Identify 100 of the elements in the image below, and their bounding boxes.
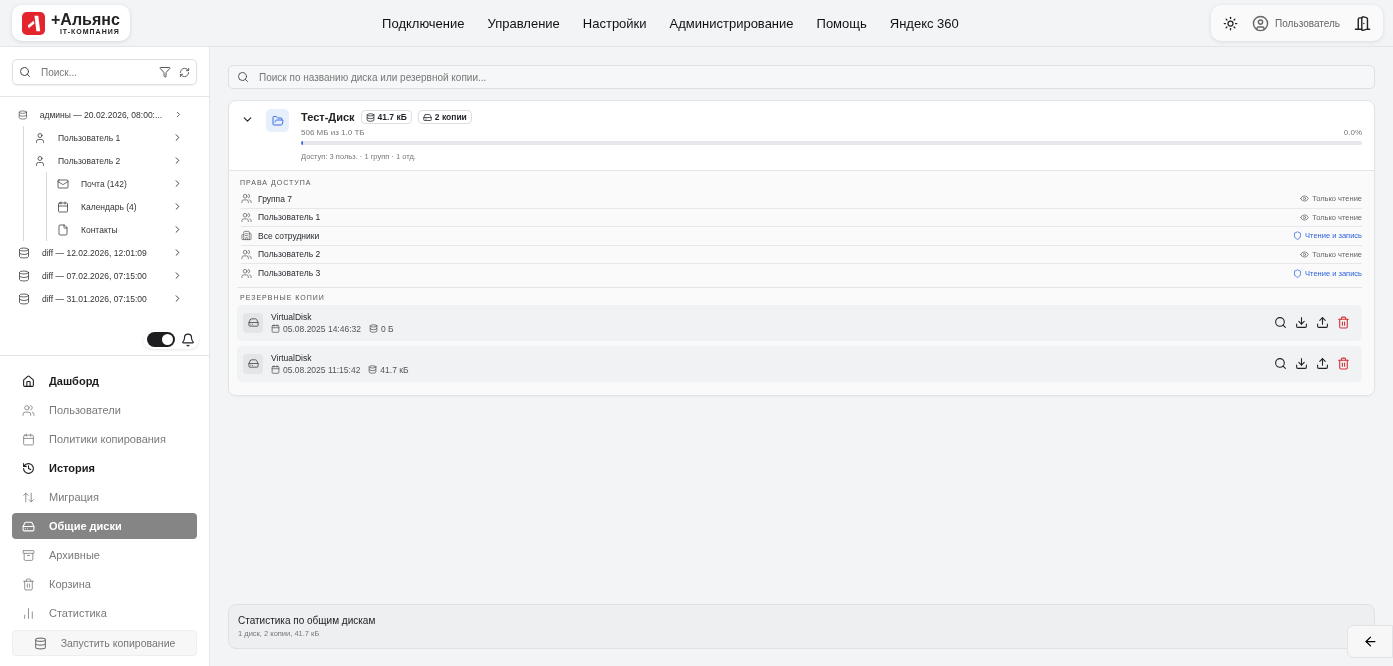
sun-icon <box>1223 15 1239 31</box>
search-bar[interactable]: Поиск по названию диска или резервной копии... <box>228 65 1375 89</box>
delete-button[interactable] <box>1337 316 1350 329</box>
tree-item[interactable]: Почта (142) <box>47 172 209 195</box>
database-icon <box>368 365 378 374</box>
download-icon <box>1295 316 1308 329</box>
mail-icon <box>57 177 69 190</box>
database-icon <box>18 108 28 121</box>
tree-item[interactable]: diff — 12.02.2026, 12:01:09 <box>0 241 209 264</box>
shield-icon <box>1293 268 1303 278</box>
backup-size: 0 Б <box>369 323 394 334</box>
search-button[interactable] <box>1274 316 1287 329</box>
nav-link[interactable]: Управление <box>487 15 560 31</box>
nav-link[interactable]: Настройки <box>582 15 647 31</box>
chevron-right-icon <box>172 247 183 258</box>
building-icon <box>241 230 252 242</box>
tree-item[interactable]: Пользователь 2 <box>24 149 209 172</box>
tree-item[interactable]: Контакты <box>47 218 209 241</box>
tree-item[interactable]: Пользователь 1 <box>24 126 209 149</box>
backup-row[interactable]: VirtualDisk 05.08.2025 14:46:32 0 Б <box>237 304 1362 341</box>
search-icon <box>1274 357 1287 370</box>
tree-item[interactable]: Календарь (4) <box>47 195 209 218</box>
access-name: Группа 7 <box>258 193 294 204</box>
user-icon <box>34 154 46 167</box>
backup-date: 05.08.2025 14:46:32 <box>271 323 361 334</box>
download-button[interactable] <box>1295 357 1308 370</box>
logout-button[interactable] <box>1354 14 1371 32</box>
download-icon <box>1295 357 1308 370</box>
nav-link[interactable]: Подключение <box>382 15 465 31</box>
access-name: Пользователь 2 <box>258 249 322 260</box>
disk-name: Тест-Диск <box>301 111 355 123</box>
backup-name: VirtualDisk <box>271 352 313 363</box>
access-name: Все сотрудники <box>258 230 321 241</box>
toggle-switch[interactable] <box>147 332 175 347</box>
users-icon <box>241 193 252 205</box>
delete-button[interactable] <box>1337 357 1350 370</box>
size-badge: 41.7 кБ <box>360 110 412 124</box>
user-menu-button[interactable]: Пользователь <box>1252 14 1340 32</box>
drive-icon <box>247 358 259 369</box>
search-field[interactable]: Поиск... <box>39 65 151 79</box>
database-icon <box>365 112 375 122</box>
arrows-icon <box>22 490 35 504</box>
users-icon <box>241 211 252 223</box>
usage-text: 506 МБ из 1.0 ТБ <box>301 128 365 137</box>
search-icon <box>19 66 31 78</box>
tree-item[interactable]: админы — 20.02.2026, 08:00:... <box>0 103 209 126</box>
upload-button[interactable] <box>1316 357 1329 370</box>
nav-link[interactable]: Администрирование <box>669 15 794 31</box>
sidebar-item[interactable]: Пользователи <box>12 397 197 423</box>
database-icon <box>18 246 30 259</box>
filter-icon[interactable] <box>159 66 171 78</box>
upload-button[interactable] <box>1316 316 1329 329</box>
file-icon <box>57 223 69 236</box>
calendar-icon <box>22 432 35 446</box>
backup-row[interactable]: VirtualDisk 05.08.2025 11:15:42 41.7 кБ <box>237 345 1362 382</box>
eye-icon <box>1300 194 1310 204</box>
sidebar-item[interactable]: Политики копирования <box>12 426 197 452</box>
sidebar-item[interactable]: Общие диски <box>12 513 197 539</box>
chevron-right-icon <box>174 109 183 120</box>
search-bar[interactable]: Поиск... <box>12 59 197 85</box>
search-field[interactable]: Поиск по названию диска или резервной копии... <box>257 70 1366 84</box>
user-icon <box>34 131 46 144</box>
search-button[interactable] <box>1274 357 1287 370</box>
database-icon <box>33 636 47 650</box>
download-button[interactable] <box>1295 316 1308 329</box>
logo-icon <box>22 11 45 35</box>
backup-date: 05.08.2025 11:15:42 <box>271 364 361 375</box>
trash-icon <box>22 577 35 591</box>
database-icon <box>369 324 378 333</box>
refresh-icon[interactable] <box>179 66 190 78</box>
theme-toggle-button[interactable] <box>1223 15 1239 31</box>
upload-icon <box>1316 316 1329 329</box>
archive-icon <box>22 548 35 562</box>
database-icon <box>18 269 30 282</box>
run-backup-button[interactable]: Запустить копирование <box>12 630 197 656</box>
users-icon <box>241 267 252 279</box>
calendar-icon <box>271 365 280 374</box>
sidebar-item[interactable]: Архивные <box>12 542 197 568</box>
tree-item[interactable]: diff — 31.01.2026, 07:15:00 <box>0 287 209 310</box>
backup-name: VirtualDisk <box>271 311 313 322</box>
sidebar-item[interactable]: Корзина <box>12 571 197 597</box>
eye-icon <box>1300 249 1310 259</box>
sidebar-item[interactable]: История <box>12 455 197 481</box>
calendar-icon <box>271 324 280 333</box>
nav-link[interactable]: Яндекс 360 <box>889 15 959 31</box>
calendar-icon <box>57 200 69 213</box>
bell-icon[interactable] <box>181 332 195 347</box>
user-circle-icon <box>1252 14 1270 32</box>
eye-icon <box>1300 212 1310 222</box>
access-name: Пользователь 1 <box>258 212 322 223</box>
nav-link[interactable]: Помощь <box>816 15 867 31</box>
sidebar-item[interactable]: Дашборд <box>12 368 197 394</box>
sidebar-item[interactable]: Статистика <box>12 600 197 626</box>
door-icon <box>1354 14 1371 32</box>
trash-icon <box>1337 357 1350 370</box>
sidebar-item[interactable]: Миграция <box>12 484 197 510</box>
upload-icon <box>1316 357 1329 370</box>
history-icon <box>22 461 35 475</box>
tree-item[interactable]: diff — 07.02.2026, 07:15:00 <box>0 264 209 287</box>
copies-badge: 2 копии <box>417 110 472 124</box>
